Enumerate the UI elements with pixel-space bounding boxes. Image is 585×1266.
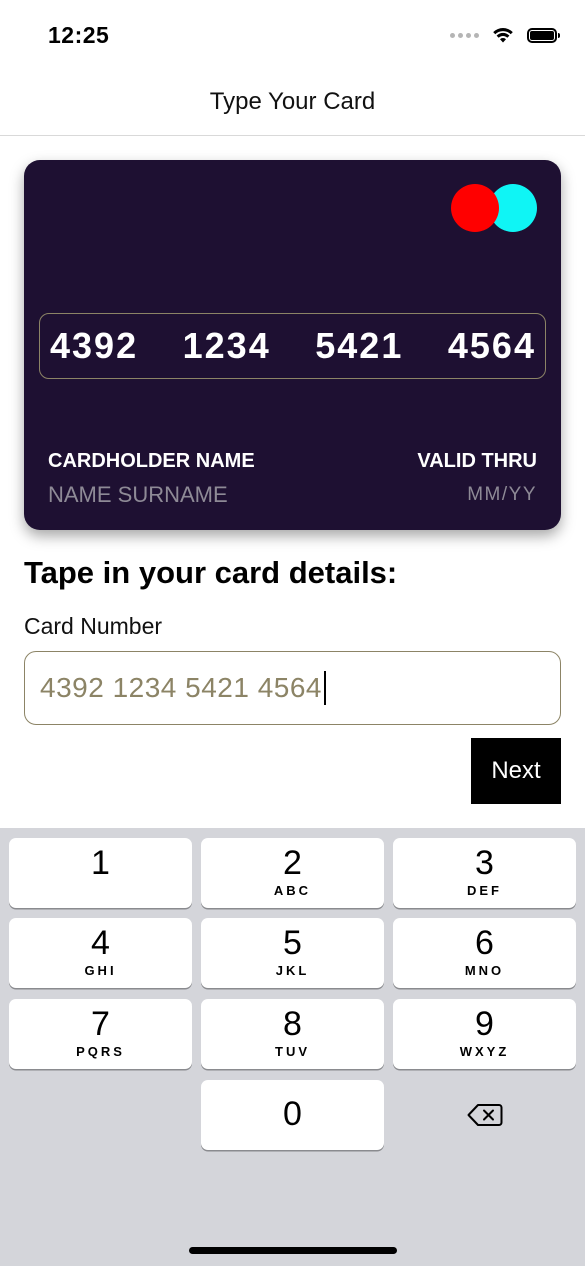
key-8[interactable]: 8 TUV [201, 999, 384, 1069]
card-brand-logo-icon [451, 184, 537, 232]
credit-card-preview: 4392 1234 5421 4564 CARDHOLDER NAME NAME… [24, 160, 561, 530]
key-7[interactable]: 7 PQRS [9, 999, 192, 1069]
key-digit: 6 [475, 924, 494, 962]
key-digit: 4 [91, 924, 110, 962]
key-letters: WXYZ [459, 1044, 510, 1059]
status-icons [450, 26, 560, 44]
card-number-group-1: 4392 [50, 325, 139, 366]
key-letters: TUV [275, 1044, 310, 1059]
key-digit: 1 [91, 844, 110, 882]
home-indicator[interactable] [189, 1247, 397, 1254]
key-6[interactable]: 6 MNO [393, 918, 576, 988]
text-cursor [324, 671, 326, 705]
key-9[interactable]: 9 WXYZ [393, 999, 576, 1069]
key-2[interactable]: 2 ABC [201, 838, 384, 908]
card-number-group-4: 4564 [447, 325, 536, 366]
key-digit: 8 [283, 1005, 302, 1043]
key-letters: PQRS [76, 1044, 125, 1059]
key-letters: MNO [464, 963, 505, 978]
key-1[interactable]: 1 [9, 838, 192, 908]
next-button[interactable]: Next [471, 738, 561, 804]
key-digit: 3 [475, 844, 494, 882]
key-digit: 5 [283, 924, 302, 962]
delete-backward-icon [467, 1104, 502, 1126]
key-letters: ABC [273, 883, 312, 898]
screen: 12:25 Type Your Card 4392 1234 5421 4564 [0, 0, 585, 1266]
form-heading: Tape in your card details: [24, 555, 398, 590]
valid-thru-label: VALID THRU [417, 450, 537, 472]
card-number-group-3: 5421 [315, 325, 404, 366]
cardholder-name-value: NAME SURNAME [48, 482, 228, 507]
wifi-icon [493, 28, 513, 43]
key-digit: 2 [283, 844, 302, 882]
card-number-display: 4392 1234 5421 4564 [39, 313, 546, 379]
card-number-input-value: 4392 1234 5421 4564 [40, 672, 322, 703]
key-digit: 7 [91, 1005, 110, 1043]
key-5[interactable]: 5 JKL [201, 918, 384, 988]
key-letters: GHI [84, 963, 117, 978]
cardholder-name-label: CARDHOLDER NAME [48, 450, 255, 472]
card-number-label: Card Number [24, 613, 163, 639]
key-0[interactable]: 0 [201, 1080, 384, 1150]
card-number-group-2: 1234 [182, 325, 271, 366]
key-letters: JKL [275, 963, 310, 978]
card-number-input[interactable]: 4392 1234 5421 4564 [24, 651, 561, 725]
numeric-keyboard: 1 2 ABC 3 DEF 4 GHI 5 JKL 6 MNO 7 PQRS 8 [0, 828, 585, 1266]
delete-key[interactable] [393, 1080, 576, 1150]
status-bar: 12:25 [0, 0, 585, 74]
page-title: Type Your Card [209, 88, 376, 115]
status-time: 12:25 [48, 22, 110, 48]
navigation-bar: Type Your Card [0, 74, 585, 136]
cellular-signal-icon [450, 32, 479, 38]
key-3[interactable]: 3 DEF [393, 838, 576, 908]
key-digit: 0 [283, 1095, 302, 1133]
valid-thru-value: MM/YY [467, 484, 537, 505]
key-digit: 9 [475, 1005, 494, 1043]
battery-icon [527, 27, 560, 43]
key-4[interactable]: 4 GHI [9, 918, 192, 988]
key-letters: DEF [467, 883, 502, 898]
logo-circle-red [451, 184, 499, 232]
